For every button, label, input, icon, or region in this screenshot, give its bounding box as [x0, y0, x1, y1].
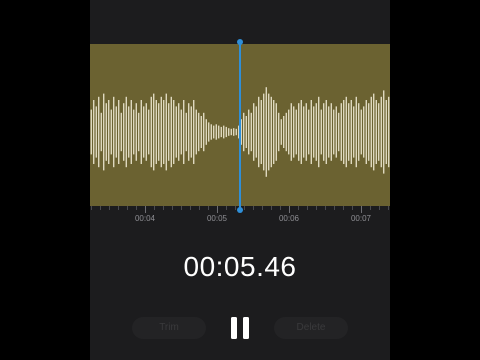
timeline-minor-tick — [352, 206, 353, 210]
timeline-minor-tick — [136, 206, 137, 210]
timeline-minor-tick — [199, 206, 200, 210]
timeline-minor-tick — [262, 206, 263, 210]
timeline-minor-tick — [379, 206, 380, 210]
timeline-minor-tick — [190, 206, 191, 210]
pause-icon — [231, 317, 237, 339]
trim-button[interactable]: Trim — [132, 317, 206, 339]
timeline-minor-tick — [334, 206, 335, 210]
timeline-minor-tick — [226, 206, 227, 210]
timeline-minor-tick — [181, 206, 182, 210]
voice-memo-editor: 00:04 00:05 00:06 00:07 00:05.46 Trim De… — [90, 0, 390, 360]
timeline-minor-tick — [100, 206, 101, 210]
timeline-minor-tick — [325, 206, 326, 210]
timeline-major-tick — [145, 206, 146, 213]
timeline-minor-tick — [253, 206, 254, 210]
timeline-minor-tick — [91, 206, 92, 210]
elapsed-time: 00:05.46 — [183, 251, 297, 282]
timeline-minor-tick — [163, 206, 164, 210]
screen: 00:04 00:05 00:06 00:07 00:05.46 Trim De… — [0, 0, 480, 360]
playhead-bottom-handle[interactable] — [237, 207, 243, 213]
timeline-label: 00:04 — [134, 214, 156, 223]
timeline-minor-tick — [370, 206, 371, 210]
timeline-minor-tick — [280, 206, 281, 210]
timeline-minor-tick — [316, 206, 317, 210]
timeline-minor-tick — [109, 206, 110, 210]
timeline-minor-tick — [127, 206, 128, 210]
playhead[interactable] — [239, 42, 241, 210]
timeline-minor-tick — [172, 206, 173, 210]
timeline-label: 00:07 — [350, 214, 372, 223]
timeline-label: 00:06 — [278, 214, 300, 223]
timeline-major-tick — [217, 206, 218, 213]
timeline-major-tick — [289, 206, 290, 213]
timeline-minor-tick — [154, 206, 155, 210]
pause-icon — [243, 317, 249, 339]
timeline-minor-tick — [118, 206, 119, 210]
timeline-minor-tick — [235, 206, 236, 210]
timeline-minor-tick — [343, 206, 344, 210]
timeline-minor-tick — [388, 206, 389, 210]
timeline-major-tick — [361, 206, 362, 213]
top-area — [90, 0, 390, 44]
timeline-minor-tick — [244, 206, 245, 210]
timeline-label: 00:05 — [206, 214, 228, 223]
timeline-minor-tick — [208, 206, 209, 210]
timeline-minor-tick — [271, 206, 272, 210]
pause-button[interactable] — [226, 311, 254, 345]
delete-button[interactable]: Delete — [274, 317, 348, 339]
playhead-top-handle[interactable] — [237, 39, 243, 45]
timeline-minor-tick — [298, 206, 299, 210]
timeline-minor-tick — [307, 206, 308, 210]
